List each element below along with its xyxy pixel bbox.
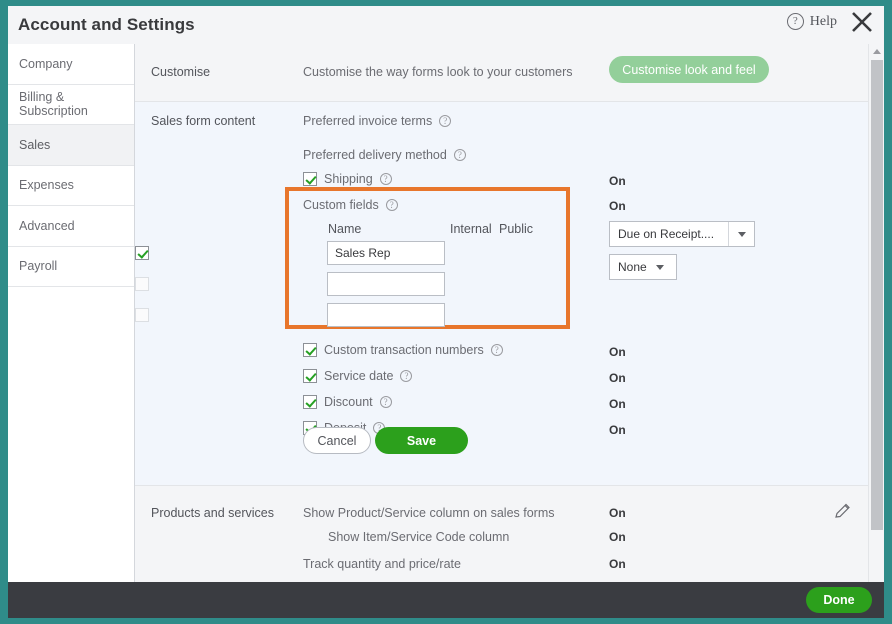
sidebar-item-expenses[interactable]: Expenses: [8, 166, 134, 207]
preferred-delivery-method-value: None: [618, 260, 647, 274]
section-products-and-services: Products and services Show Product/Servi…: [135, 486, 884, 582]
custom-fields-row: Custom fields ?: [303, 198, 398, 212]
cancel-button[interactable]: Cancel: [303, 427, 371, 454]
custom-field-public-checkbox-3: [135, 308, 149, 322]
help-button[interactable]: ? Help: [787, 13, 837, 30]
service-date-checkbox[interactable]: [303, 369, 317, 383]
show-product-service-column-label: Show Product/Service column on sales for…: [303, 506, 555, 520]
chevron-down-icon: [656, 265, 664, 270]
question-circle-icon[interactable]: ?: [380, 396, 392, 408]
discount-checkbox[interactable]: [303, 395, 317, 409]
sidebar-item-label: Expenses: [19, 178, 74, 192]
scrollbar-thumb[interactable]: [871, 60, 883, 530]
sidebar-item-sales[interactable]: Sales: [8, 125, 134, 166]
preferred-invoice-terms-dropdown[interactable]: Due on Receipt....: [609, 221, 755, 247]
service-date-label: Service date: [324, 369, 393, 383]
sidebar-item-label: Advanced: [19, 219, 75, 233]
section-label-products-and-services: Products and services: [151, 506, 274, 520]
custom-fields-column-name: Name: [328, 222, 361, 236]
customise-look-and-feel-button[interactable]: Customise look and feel: [609, 56, 769, 83]
custom-fields-status: On: [609, 199, 626, 213]
custom-fields-column-public: Public: [499, 222, 533, 236]
discount-label: Discount: [324, 395, 373, 409]
section-label-sales-form-content: Sales form content: [151, 114, 255, 128]
sidebar-item-company[interactable]: Company: [8, 44, 134, 85]
content-area: Company Billing & Subscription Sales Exp…: [8, 44, 884, 582]
custom-fields-label: Custom fields: [303, 198, 379, 212]
settings-sidebar: Company Billing & Subscription Sales Exp…: [8, 44, 135, 582]
help-label: Help: [810, 14, 837, 30]
custom-fields-column-internal: Internal: [450, 222, 492, 236]
service-date-status: On: [609, 371, 626, 385]
custom-field-name-input-2[interactable]: [327, 272, 445, 296]
service-date-row: Service date ?: [303, 369, 412, 383]
sidebar-item-label: Company: [19, 57, 73, 71]
preferred-delivery-method-dropdown[interactable]: None: [609, 254, 677, 280]
track-quantity-and-price-rate-status: On: [609, 557, 626, 571]
track-quantity-and-price-rate-label: Track quantity and price/rate: [303, 557, 461, 571]
shipping-row: Shipping ?: [303, 172, 392, 186]
question-circle-icon[interactable]: ?: [454, 149, 466, 161]
section-sales-form-content: Sales form content Preferred invoice ter…: [135, 102, 884, 486]
section-customise: Customise Customise the way forms look t…: [135, 44, 884, 102]
customise-description: Customise the way forms look to your cus…: [303, 65, 573, 79]
custom-transaction-numbers-status: On: [609, 345, 626, 359]
sidebar-filler: [8, 287, 134, 328]
question-circle-icon: ?: [787, 13, 804, 30]
sidebar-item-label: Sales: [19, 138, 50, 152]
window-frame: Account and Settings ? Help Company Bill…: [0, 0, 892, 624]
question-circle-icon[interactable]: ?: [380, 173, 392, 185]
chevron-up-icon[interactable]: [873, 49, 881, 54]
shipping-status: On: [609, 174, 626, 188]
shipping-label: Shipping: [324, 172, 373, 186]
shipping-checkbox[interactable]: [303, 172, 317, 186]
custom-field-public-checkbox-2: [135, 277, 149, 291]
sidebar-item-label: Billing & Subscription: [19, 90, 134, 118]
sidebar-item-advanced[interactable]: Advanced: [8, 206, 134, 247]
settings-main-panel: Customise Customise the way forms look t…: [135, 44, 884, 582]
discount-status: On: [609, 397, 626, 411]
section-label-customise: Customise: [151, 65, 210, 79]
discount-row: Discount ?: [303, 395, 392, 409]
close-icon[interactable]: [848, 8, 876, 36]
question-circle-icon[interactable]: ?: [439, 115, 451, 127]
window-inner: Account and Settings ? Help Company Bill…: [8, 6, 884, 618]
vertical-scrollbar[interactable]: [868, 44, 884, 582]
preferred-invoice-terms-row: Preferred invoice terms ?: [303, 114, 451, 128]
question-circle-icon[interactable]: ?: [386, 199, 398, 211]
sidebar-item-payroll[interactable]: Payroll: [8, 247, 134, 288]
show-item-service-code-column-status: On: [609, 530, 626, 544]
question-circle-icon[interactable]: ?: [400, 370, 412, 382]
custom-transaction-numbers-row: Custom transaction numbers ?: [303, 343, 503, 357]
show-item-service-code-column-label: Show Item/Service Code column: [328, 530, 509, 544]
save-button[interactable]: Save: [375, 427, 468, 454]
preferred-invoice-terms-value: Due on Receipt....: [610, 222, 728, 246]
page-title: Account and Settings: [18, 15, 195, 35]
custom-field-name-input-1[interactable]: [327, 241, 445, 265]
question-circle-icon[interactable]: ?: [491, 344, 503, 356]
title-bar: Account and Settings ? Help: [8, 6, 884, 44]
preferred-invoice-terms-label: Preferred invoice terms: [303, 114, 432, 128]
custom-transaction-numbers-label: Custom transaction numbers: [324, 343, 484, 357]
custom-field-name-input-3[interactable]: [327, 303, 445, 327]
sidebar-item-billing-subscription[interactable]: Billing & Subscription: [8, 85, 134, 126]
footer-bar: Done: [8, 582, 884, 618]
done-button[interactable]: Done: [806, 587, 872, 613]
deposit-status: On: [609, 423, 626, 437]
custom-field-public-checkbox-1[interactable]: [135, 246, 149, 260]
chevron-down-icon: [728, 222, 754, 246]
sidebar-item-label: Payroll: [19, 259, 57, 273]
pencil-icon[interactable]: [834, 502, 852, 520]
preferred-delivery-method-row: Preferred delivery method ?: [303, 148, 466, 162]
preferred-delivery-method-label: Preferred delivery method: [303, 148, 447, 162]
show-product-service-column-status: On: [609, 506, 626, 520]
custom-transaction-numbers-checkbox[interactable]: [303, 343, 317, 357]
